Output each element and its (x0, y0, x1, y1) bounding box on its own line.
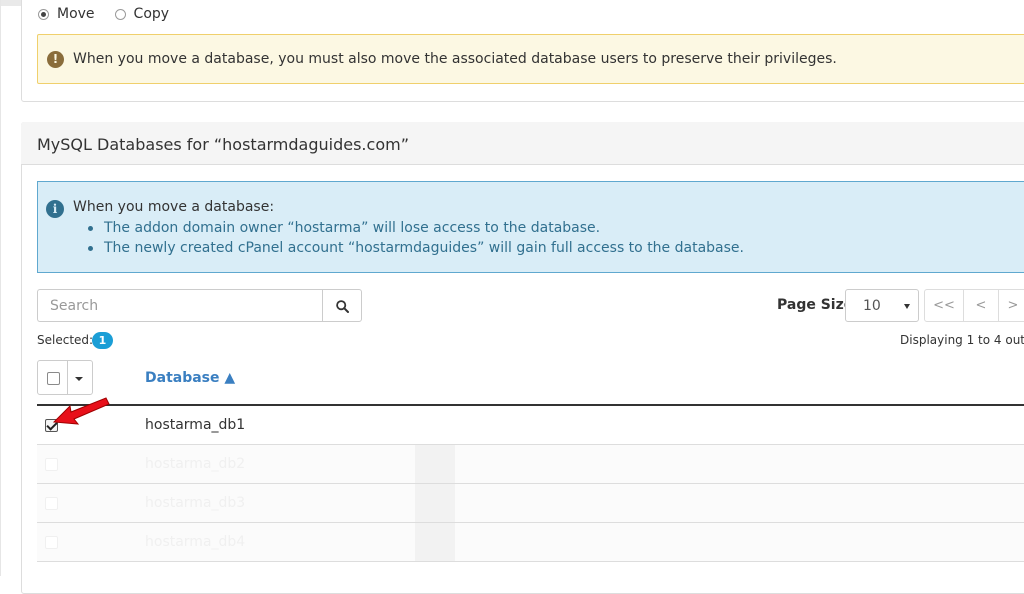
move-radio-label[interactable]: Move (57, 6, 95, 22)
table-row: hostarma_db3 (37, 484, 1024, 523)
database-column-header[interactable]: Database ▲ (145, 370, 235, 386)
info-item-addon-owner: The addon domain owner “hostarma” will l… (86, 218, 744, 238)
selected-label: Selected: (37, 333, 94, 347)
page-size-value: 10 (863, 298, 881, 314)
row-checkbox[interactable] (45, 458, 58, 471)
move-radio[interactable] (38, 8, 49, 20)
info-heading: When you move a database: (73, 199, 275, 215)
row-checkbox[interactable] (45, 536, 58, 549)
bulk-select-dropdown[interactable] (67, 360, 93, 395)
blurred-region (415, 484, 455, 522)
page-size-select[interactable]: 10 (845, 289, 919, 322)
red-arrow-icon (52, 397, 110, 425)
left-divider (0, 0, 1, 576)
table-row: hostarma_db2 (37, 445, 1024, 484)
displaying-text: Displaying 1 to 4 out o (900, 333, 1024, 347)
database-name: hostarma_db1 (145, 417, 246, 433)
select-all-checkbox-button[interactable] (37, 360, 68, 395)
copy-radio[interactable] (114, 8, 126, 20)
database-name: hostarma_db2 (145, 456, 246, 472)
blurred-region (415, 445, 455, 483)
select-all-checkbox[interactable] (47, 372, 60, 385)
search-icon (336, 300, 349, 313)
move-users-warning: ! When you move a database, you must als… (37, 34, 1024, 84)
panel-title: MySQL Databases for “hostarmdaguides.com… (37, 135, 409, 154)
first-page-button[interactable]: << (924, 289, 964, 322)
selected-count-badge: 1 (92, 332, 113, 349)
info-icon: i (46, 200, 64, 218)
search-button[interactable] (322, 289, 362, 322)
page-size-label: Page Size (777, 297, 854, 313)
search-input[interactable] (37, 289, 323, 322)
exclamation-icon: ! (47, 51, 64, 68)
table-row: hostarma_db4 (37, 523, 1024, 562)
info-list: The addon domain owner “hostarma” will l… (86, 218, 744, 258)
copy-radio-label[interactable]: Copy (134, 6, 170, 22)
prev-page-button[interactable]: < (963, 289, 999, 322)
warning-text: When you move a database, you must also … (73, 51, 837, 67)
database-name: hostarma_db3 (145, 495, 246, 511)
move-info-box: i When you move a database: The addon do… (37, 181, 1024, 273)
chevron-down-icon (904, 304, 910, 309)
operation-radio-group: Move Copy (38, 5, 189, 23)
next-page-button[interactable]: > (998, 289, 1024, 322)
blurred-region (415, 523, 455, 561)
info-item-new-account: The newly created cPanel account “hostar… (86, 238, 744, 258)
database-name: hostarma_db4 (145, 534, 246, 550)
table-row: hostarma_db1 (37, 406, 1024, 445)
caret-down-icon (75, 377, 83, 381)
row-checkbox[interactable] (45, 497, 58, 510)
